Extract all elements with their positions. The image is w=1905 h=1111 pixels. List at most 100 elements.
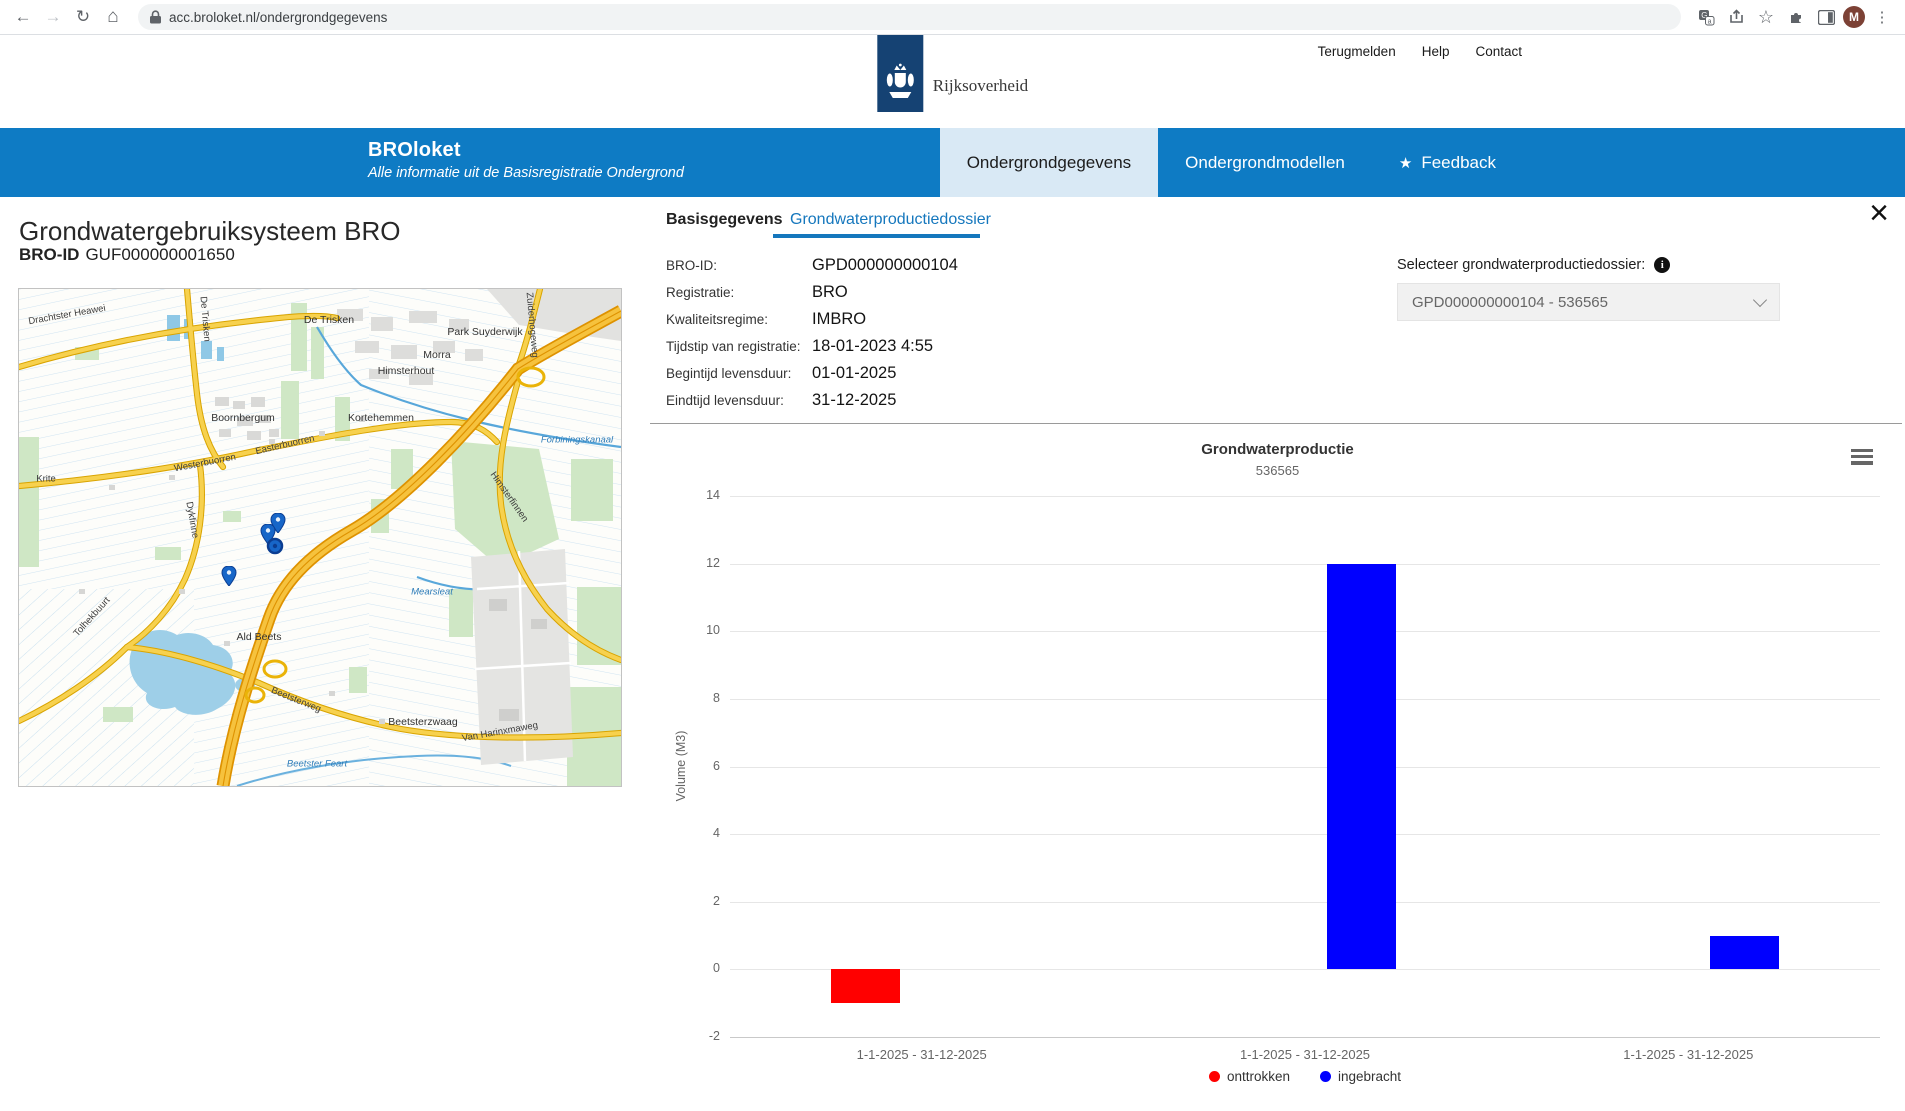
y-tick-label: 4 xyxy=(664,826,720,840)
nav-tab-ondergrondgegevens[interactable]: Ondergrondgegevens xyxy=(940,128,1158,197)
field-row: BRO-ID:GPD000000000104 xyxy=(666,252,958,279)
forward-icon[interactable]: → xyxy=(40,4,66,30)
y-tick-label: -2 xyxy=(664,1029,720,1043)
brand-block[interactable]: BROloket Alle informatie uit de Basisreg… xyxy=(368,139,684,181)
logo-ribbon xyxy=(877,34,923,112)
bar-onttrokken[interactable] xyxy=(831,969,900,1003)
map[interactable]: Drachtster HeaweiDe TriskenDe TriskenPar… xyxy=(18,288,622,787)
bar-ingebracht[interactable] xyxy=(1327,564,1396,970)
rijksoverheid-logo[interactable]: Rijksoverheid xyxy=(877,34,1028,112)
chart-legend: onttrokken ingebracht xyxy=(730,1069,1880,1084)
back-icon[interactable]: ← xyxy=(10,4,36,30)
section-divider xyxy=(650,423,1902,424)
gridline xyxy=(730,496,1880,497)
dossier-select-value: GPD000000000104 - 536565 xyxy=(1412,294,1608,311)
field-value: IMBRO xyxy=(812,310,866,329)
legend-label: onttrokken xyxy=(1227,1069,1290,1084)
brand-tagline: Alle informatie uit de Basisregistratie … xyxy=(368,165,684,181)
nav-tab-ondergrondmodellen[interactable]: Ondergrondmodellen xyxy=(1158,128,1372,197)
coat-of-arms-icon xyxy=(885,62,915,108)
field-label: Kwaliteitsregime: xyxy=(666,312,812,327)
info-icon[interactable]: i xyxy=(1654,257,1670,273)
reload-icon[interactable]: ↻ xyxy=(70,4,96,30)
detail-panel: Basisgegevens Grondwaterproductiedossier… xyxy=(650,197,1905,1111)
gridline xyxy=(730,1037,1880,1038)
field-value: 18-01-2023 4:55 xyxy=(812,337,933,356)
field-row: Tijdstip van registratie:18-01-2023 4:55 xyxy=(666,333,958,360)
legend-dot xyxy=(1209,1071,1220,1082)
y-tick-label: 8 xyxy=(664,691,720,705)
close-icon[interactable]: × xyxy=(1869,195,1889,231)
x-tick-label: 1-1-2025 - 31-12-2025 xyxy=(730,1047,1113,1062)
chart-plot-area: Volume (M3) 14121086420-21-1-2025 - 31-1… xyxy=(730,496,1880,1037)
gridline xyxy=(730,902,1880,903)
field-row: Eindtijd levensduur:31-12-2025 xyxy=(666,387,958,414)
header-link-terugmelden[interactable]: Terugmelden xyxy=(1318,44,1396,59)
field-label: BRO-ID: xyxy=(666,258,812,273)
bookmark-star-icon[interactable]: ☆ xyxy=(1753,4,1779,30)
bro-id-value: GUF000000001650 xyxy=(85,245,234,264)
gridline xyxy=(730,767,1880,768)
field-row: Kwaliteitsregime:IMBRO xyxy=(666,306,958,333)
tab-grondwaterproductiedossier[interactable]: Grondwaterproductiedossier xyxy=(790,211,991,229)
field-row: Registratie:BRO xyxy=(666,279,958,306)
brand-title: BROloket xyxy=(368,139,684,162)
bro-id-line: BRO-ID GUF000000001650 xyxy=(19,245,235,265)
chart-menu-icon[interactable] xyxy=(1851,449,1873,468)
y-tick-label: 0 xyxy=(664,961,720,975)
field-label: Eindtijd levensduur: xyxy=(666,393,812,408)
bro-id-label: BRO-ID xyxy=(19,245,79,264)
header-links: Terugmelden Help Contact xyxy=(1318,44,1522,59)
map-canvas xyxy=(19,289,621,786)
y-tick-label: 10 xyxy=(664,623,720,637)
site-header: Rijksoverheid Terugmelden Help Contact xyxy=(0,34,1905,128)
dossier-select[interactable]: GPD000000000104 - 536565 xyxy=(1397,283,1780,321)
legend-item-onttrokken[interactable]: onttrokken xyxy=(1209,1069,1290,1084)
header-link-help[interactable]: Help xyxy=(1422,44,1450,59)
field-value: GPD000000000104 xyxy=(812,256,958,275)
extensions-icon[interactable] xyxy=(1783,4,1809,30)
header-link-contact[interactable]: Contact xyxy=(1475,44,1522,59)
address-bar[interactable]: acc.broloket.nl/ondergrondgegevens xyxy=(138,4,1681,30)
lock-icon xyxy=(150,10,161,24)
nav-tabs: Ondergrondgegevens Ondergrondmodellen ★ … xyxy=(940,128,1523,197)
bar-ingebracht[interactable] xyxy=(1710,936,1779,970)
legend-item-ingebracht[interactable]: ingebracht xyxy=(1320,1069,1401,1084)
profile-avatar[interactable]: M xyxy=(1843,6,1865,28)
field-value: 31-12-2025 xyxy=(812,391,896,410)
gridline xyxy=(730,969,1880,970)
y-tick-label: 2 xyxy=(664,894,720,908)
share-icon[interactable] xyxy=(1723,4,1749,30)
y-tick-label: 6 xyxy=(664,759,720,773)
gridline xyxy=(730,699,1880,700)
field-label: Tijdstip van registratie: xyxy=(666,339,812,354)
main-nav: BROloket Alle informatie uit de Basisreg… xyxy=(0,128,1905,197)
field-label: Registratie: xyxy=(666,285,812,300)
browser-toolbar: ← → ↻ ⌂ acc.broloket.nl/ondergrondgegeve… xyxy=(0,0,1905,35)
active-tab-indicator xyxy=(773,234,980,238)
gridline xyxy=(730,631,1880,632)
logo-text: Rijksoverheid xyxy=(933,76,1028,112)
y-tick-label: 12 xyxy=(664,556,720,570)
menu-dots-icon[interactable]: ⋮ xyxy=(1869,4,1895,30)
side-panel-icon[interactable] xyxy=(1813,4,1839,30)
home-icon[interactable]: ⌂ xyxy=(100,4,126,30)
legend-label: ingebracht xyxy=(1338,1069,1401,1084)
gridline xyxy=(730,564,1880,565)
translate-icon[interactable]: Ga xyxy=(1693,4,1719,30)
tab-basisgegevens[interactable]: Basisgegevens xyxy=(666,211,783,229)
x-tick-label: 1-1-2025 - 31-12-2025 xyxy=(1113,1047,1496,1062)
dossier-selector-label: Selecteer grondwaterproductiedossier: i xyxy=(1397,257,1670,273)
chart-title: Grondwaterproductie xyxy=(650,441,1905,458)
field-value: BRO xyxy=(812,283,848,302)
field-row: Begintijd levensduur:01-01-2025 xyxy=(666,360,958,387)
field-label: Begintijd levensduur: xyxy=(666,366,812,381)
star-icon: ★ xyxy=(1399,154,1412,172)
metadata-fields: BRO-ID:GPD000000000104Registratie:BROKwa… xyxy=(666,252,958,414)
field-value: 01-01-2025 xyxy=(812,364,896,383)
legend-dot xyxy=(1320,1071,1331,1082)
chart-subtitle: 536565 xyxy=(650,463,1905,478)
nav-tab-feedback[interactable]: ★ Feedback xyxy=(1372,128,1523,197)
gridline xyxy=(730,834,1880,835)
chevron-down-icon xyxy=(1753,293,1767,307)
